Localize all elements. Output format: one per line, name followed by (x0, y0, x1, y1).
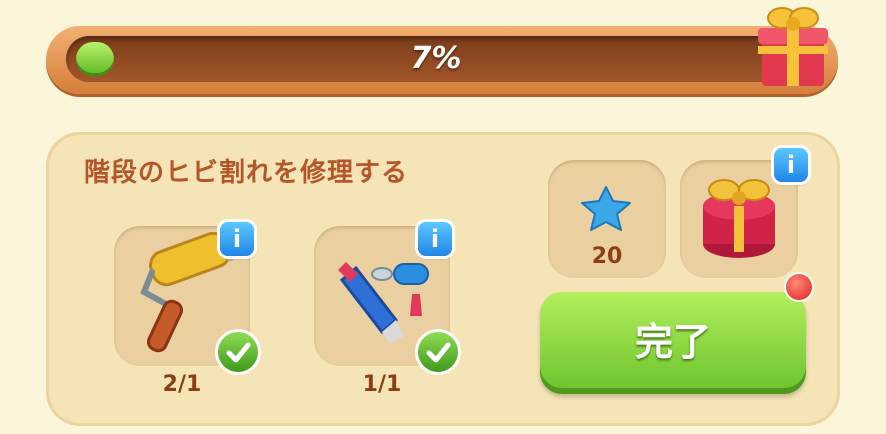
complete-button[interactable]: 完了 (540, 292, 806, 394)
item-complete-check-icon (218, 332, 258, 372)
item-complete-check-icon (418, 332, 458, 372)
reward-star-amount: 20 (591, 244, 623, 269)
blue-star-icon (581, 186, 631, 231)
progress-gift-icon (758, 7, 828, 86)
item-info-icon[interactable]: i (220, 222, 254, 256)
gift-box-icon (703, 179, 775, 258)
item-count: 1/1 (362, 372, 402, 397)
reward-info-icon[interactable]: i (774, 148, 808, 182)
notification-dot (786, 274, 812, 300)
task-title: 階段のヒビ割れを修理する (84, 158, 409, 188)
progress-percent-label: 7% (410, 41, 462, 76)
item-count: 2/1 (162, 372, 202, 397)
reward-slot-stars: 20 (548, 160, 666, 278)
item-info-icon[interactable]: i (418, 222, 452, 256)
